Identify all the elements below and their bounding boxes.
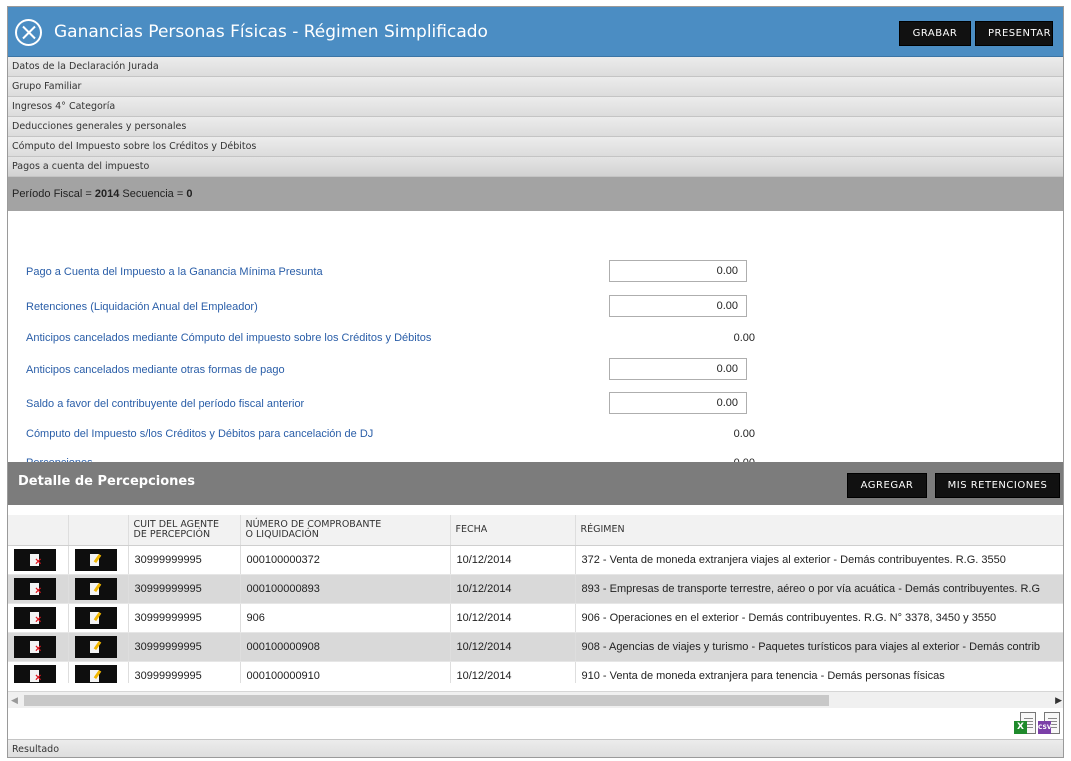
section-grupo-familiar[interactable]: Grupo Familiar xyxy=(8,77,1063,97)
csv-export-icon[interactable]: CSV xyxy=(1038,712,1060,738)
app-window: Ganancias Personas Físicas - Régimen Sim… xyxy=(7,6,1064,758)
delete-document-icon[interactable] xyxy=(14,577,56,600)
edit-document-icon[interactable] xyxy=(74,664,117,683)
section-pagos-a-cuenta[interactable]: Pagos a cuenta del impuesto xyxy=(8,157,1063,177)
cell-regimen: 908 - Agencias de viajes y turismo - Paq… xyxy=(575,632,1063,662)
cell-comprobante: 906 xyxy=(240,603,451,633)
cell-comprobante: 000100000893 xyxy=(240,574,451,604)
cell-comprobante: 000100000372 xyxy=(240,545,451,575)
agregar-button[interactable]: AGREGAR xyxy=(847,473,927,498)
close-icon[interactable] xyxy=(15,19,42,46)
horizontal-scrollbar[interactable]: ◀ ▶ xyxy=(8,691,1063,708)
cell-fecha: 10/12/2014 xyxy=(450,632,576,662)
table-header-row: CUIT DEL AGENTE DE PERCEPCIÓN NÚMERO DE C… xyxy=(8,515,1063,546)
delete-document-icon[interactable] xyxy=(14,664,56,683)
cell-regimen: 910 - Venta de moneda extranjera para te… xyxy=(575,661,1063,683)
edit-document-icon[interactable] xyxy=(74,606,117,629)
section-datos-ddjj[interactable]: Datos de la Declaración Jurada xyxy=(8,57,1063,77)
table-row: 30999999995 000100000908 10/12/2014 908 … xyxy=(8,632,1063,662)
section-deducciones[interactable]: Deducciones generales y personales xyxy=(8,117,1063,137)
cell-cuit: 30999999995 xyxy=(128,661,241,683)
cell-comprobante: 000100000908 xyxy=(240,632,451,662)
field-label-anticipos-otras: Anticipos cancelados mediante otras form… xyxy=(26,364,285,376)
col-header-fecha: FECHA xyxy=(450,515,576,546)
cell-cuit: 30999999995 xyxy=(128,632,241,662)
mis-retenciones-button[interactable]: MIS RETENCIONES xyxy=(935,473,1060,498)
secuencia-label: Secuencia = xyxy=(122,188,184,200)
grabar-button[interactable]: GRABAR xyxy=(899,21,971,46)
page-title: Ganancias Personas Físicas - Régimen Sim… xyxy=(54,22,488,42)
cell-cuit: 30999999995 xyxy=(128,603,241,633)
cell-regimen: 893 - Empresas de transporte terrestre, … xyxy=(575,574,1063,604)
section-resultado[interactable]: Resultado xyxy=(8,739,1063,757)
edit-document-icon[interactable] xyxy=(74,635,117,658)
delete-document-icon[interactable] xyxy=(14,548,56,571)
edit-document-icon[interactable] xyxy=(74,548,117,571)
section-ingresos-4-categoria[interactable]: Ingresos 4° Categoría xyxy=(8,97,1063,117)
table-row: 30999999995 000100000372 10/12/2014 372 … xyxy=(8,545,1063,575)
section-computo-creditos-debitos[interactable]: Cómputo del Impuesto sobre los Créditos … xyxy=(8,137,1063,157)
cell-fecha: 10/12/2014 xyxy=(450,661,576,683)
col-header-cuit: CUIT DEL AGENTE DE PERCEPCIÓN xyxy=(128,515,241,546)
retenciones-input[interactable] xyxy=(609,295,747,317)
title-bar: Ganancias Personas Físicas - Régimen Sim… xyxy=(8,7,1063,57)
computo-dj-value: 0.00 xyxy=(733,428,755,440)
field-label-retenciones: Retenciones (Liquidación Anual del Emple… xyxy=(26,301,258,313)
table-row: 30999999995 000100000893 10/12/2014 893 … xyxy=(8,574,1063,604)
field-label-saldo-favor: Saldo a favor del contribuyente del perí… xyxy=(26,398,305,410)
edit-document-icon[interactable] xyxy=(74,577,117,600)
col-header-regimen: RÉGIMEN xyxy=(575,515,1063,546)
delete-document-icon[interactable] xyxy=(14,635,56,658)
cell-regimen: 372 - Venta de moneda extranjera viajes … xyxy=(575,545,1063,575)
excel-export-icon[interactable]: X xyxy=(1014,712,1036,738)
anticipos-computo-value: 0.00 xyxy=(733,332,755,344)
detalle-header: Detalle de Percepciones AGREGAR MIS RETE… xyxy=(8,462,1063,505)
percepciones-table: CUIT DEL AGENTE DE PERCEPCIÓN NÚMERO DE C… xyxy=(8,515,1063,683)
scrollbar-thumb[interactable] xyxy=(24,695,829,706)
presentar-button[interactable]: PRESENTAR xyxy=(975,21,1053,46)
cell-cuit: 30999999995 xyxy=(128,574,241,604)
pago-cuenta-gmp-input[interactable] xyxy=(609,260,747,282)
col-header-comprobante: NÚMERO DE COMPROBANTE O LIQUIDACIÓN xyxy=(240,515,451,546)
cell-fecha: 10/12/2014 xyxy=(450,545,576,575)
percepciones-table-wrap: CUIT DEL AGENTE DE PERCEPCIÓN NÚMERO DE C… xyxy=(8,515,1063,683)
periodo-value: 2014 xyxy=(94,188,120,200)
cell-fecha: 10/12/2014 xyxy=(450,574,576,604)
detalle-title: Detalle de Percepciones xyxy=(18,474,195,489)
scroll-left-icon[interactable]: ◀ xyxy=(11,695,18,706)
pagos-a-cuenta-form: Pago a Cuenta del Impuesto a la Ganancia… xyxy=(8,211,1063,469)
field-label-pago-cuenta-gmp: Pago a Cuenta del Impuesto a la Ganancia… xyxy=(26,266,323,278)
col-header-edit xyxy=(68,515,129,546)
saldo-favor-input[interactable] xyxy=(609,392,747,414)
cell-cuit: 30999999995 xyxy=(128,545,241,575)
field-label-computo-dj: Cómputo del Impuesto s/los Créditos y Dé… xyxy=(26,428,374,440)
table-row: 30999999995 906 10/12/2014 906 - Operaci… xyxy=(8,603,1063,633)
scroll-right-icon[interactable]: ▶ xyxy=(1055,695,1062,706)
table-row: 30999999995 000100000910 10/12/2014 910 … xyxy=(8,661,1063,683)
cell-regimen: 906 - Operaciones en el exterior - Demás… xyxy=(575,603,1063,633)
secuencia-value: 0 xyxy=(186,188,193,200)
col-header-delete xyxy=(8,515,69,546)
field-label-anticipos-computo: Anticipos cancelados mediante Cómputo de… xyxy=(26,332,432,344)
delete-document-icon[interactable] xyxy=(14,606,56,629)
periodo-label: Período Fiscal = xyxy=(12,188,92,200)
cell-fecha: 10/12/2014 xyxy=(450,603,576,633)
cell-comprobante: 000100000910 xyxy=(240,661,451,683)
period-bar: Período Fiscal = 2014 Secuencia = 0 xyxy=(8,177,1063,211)
anticipos-otras-input[interactable] xyxy=(609,358,747,380)
